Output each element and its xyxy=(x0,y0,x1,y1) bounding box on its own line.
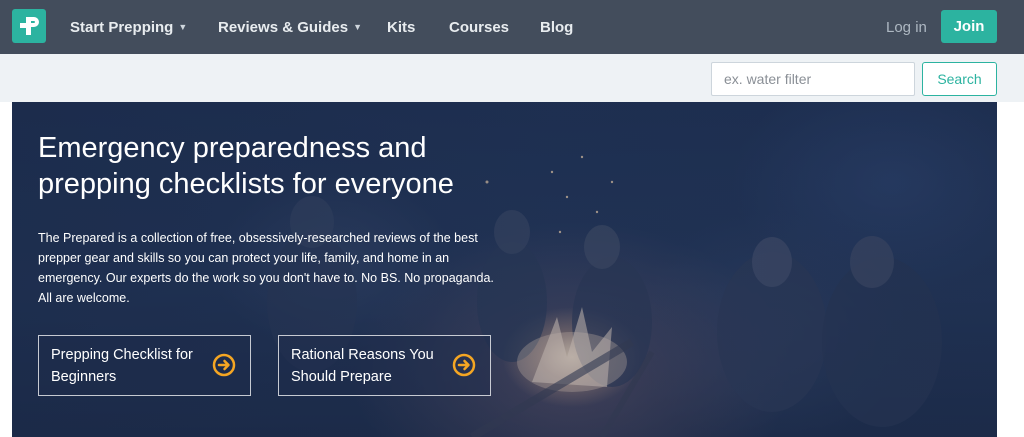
nav-courses-label: Courses xyxy=(449,18,510,36)
chevron-down-icon: ▼ xyxy=(178,22,188,32)
nav-blog-label: Blog xyxy=(540,18,574,36)
nav-start-prepping[interactable]: Start Prepping ▼ xyxy=(70,0,187,54)
prepping-checklist-button[interactable]: Prepping Checklist for Beginners xyxy=(38,335,251,396)
nav-kits-label: Kits xyxy=(387,18,416,36)
reasons-to-prepare-button[interactable]: Rational Reasons You Should Prepare xyxy=(278,335,491,396)
nav-kits[interactable]: Kits xyxy=(387,0,415,54)
nav-blog[interactable]: Blog xyxy=(540,0,573,54)
prepping-checklist-label: Prepping Checklist for Beginners xyxy=(51,346,193,385)
site-logo[interactable] xyxy=(12,9,46,43)
nav-reviews-guides[interactable]: Reviews & Guides ▼ xyxy=(218,0,362,54)
top-nav: Start Prepping ▼ Reviews & Guides ▼ Kits… xyxy=(0,0,1024,54)
login-label: Log in xyxy=(886,18,927,36)
chevron-down-icon: ▼ xyxy=(353,22,362,32)
join-button[interactable]: Join xyxy=(941,10,997,43)
nav-reviews-guides-label: Reviews & Guides xyxy=(218,18,349,36)
nav-courses[interactable]: Courses xyxy=(449,0,509,54)
login-link[interactable]: Log in xyxy=(886,0,927,54)
nav-start-prepping-label: Start Prepping xyxy=(70,18,174,36)
arrow-right-circle-icon xyxy=(212,353,236,377)
hero-title: Emergency preparedness and prepping chec… xyxy=(38,132,454,200)
hero-description: The Prepared is a collection of free, ob… xyxy=(38,231,494,305)
search-button[interactable]: Search xyxy=(922,62,997,96)
reasons-to-prepare-label: Rational Reasons You Should Prepare xyxy=(291,346,434,385)
logo-icon xyxy=(20,17,39,35)
search-bar: Search xyxy=(0,54,1024,102)
arrow-right-circle-icon xyxy=(452,353,476,377)
hero-banner: Emergency preparedness and prepping chec… xyxy=(12,102,997,437)
search-input[interactable] xyxy=(711,62,915,96)
